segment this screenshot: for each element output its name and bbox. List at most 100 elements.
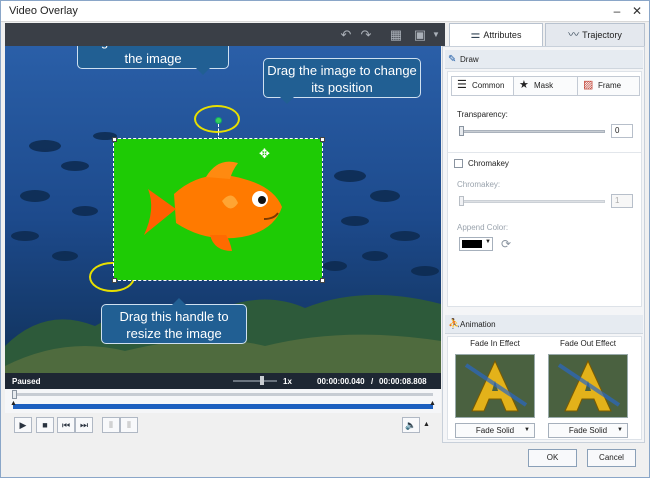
resize-handle-top-left[interactable] bbox=[112, 137, 117, 142]
chromakey-value[interactable]: 1 bbox=[611, 194, 633, 208]
list-icon: ☰ bbox=[457, 79, 467, 91]
timeline-track-top bbox=[13, 393, 433, 396]
fade-out-value: Fade Solid bbox=[568, 426, 608, 435]
next-frame-button[interactable]: ⏭ bbox=[75, 417, 93, 433]
rotate-connector bbox=[218, 124, 219, 140]
append-color-picker[interactable]: ▼ bbox=[459, 237, 493, 251]
subtab-frame[interactable]: ▨ Frame bbox=[578, 77, 640, 95]
star-icon: ★ bbox=[519, 79, 529, 91]
draw-section-header: ✎ Draw bbox=[445, 50, 643, 69]
volume-dropdown-icon[interactable]: ▲ bbox=[423, 421, 430, 428]
playback-status: Paused bbox=[12, 377, 41, 386]
chromakey-label: Chromakey: bbox=[457, 180, 501, 189]
fade-out-preview[interactable] bbox=[548, 354, 628, 418]
timeline[interactable]: ▲ ▲ bbox=[5, 389, 441, 413]
reset-color-icon[interactable]: ⟳ bbox=[501, 237, 511, 251]
fade-out-label: Fade Out Effect bbox=[560, 339, 616, 348]
tab-label: Trajectory bbox=[582, 30, 622, 40]
grid-icon[interactable]: ▦ bbox=[387, 26, 405, 43]
video-toolbar: ↶ ↷ ▦ ▣ ▼ bbox=[5, 23, 445, 46]
window-title: Video Overlay bbox=[9, 5, 78, 17]
range-end-marker[interactable]: ▲ bbox=[429, 400, 436, 407]
rotate-handle[interactable] bbox=[215, 117, 222, 124]
trajectory-icon: 〰 bbox=[568, 29, 580, 41]
speed-value: 1x bbox=[283, 377, 292, 386]
speed-slider[interactable] bbox=[233, 380, 277, 382]
transparency-label: Transparency: bbox=[457, 110, 508, 119]
effect-preview-image bbox=[456, 355, 534, 417]
chromakey-slider[interactable] bbox=[459, 196, 605, 206]
attributes-icon: ⚌ bbox=[470, 29, 481, 41]
overlay-image[interactable] bbox=[113, 138, 323, 281]
subtab-common[interactable]: ☰ Common bbox=[452, 77, 514, 95]
subtab-mask[interactable]: ★ Mask bbox=[514, 77, 578, 95]
time-separator: / bbox=[371, 377, 374, 386]
append-color-label: Append Color: bbox=[457, 223, 509, 232]
current-time: 00:00:00.040 bbox=[317, 377, 365, 386]
running-figure-icon: ⛹ bbox=[448, 319, 461, 330]
effect-preview-image bbox=[549, 355, 627, 417]
chromakey-checkbox[interactable] bbox=[454, 159, 463, 168]
move-cursor-icon: ✥ bbox=[259, 146, 270, 161]
mark-out-button[interactable]: ⦀ bbox=[120, 417, 138, 433]
transparency-slider[interactable] bbox=[459, 126, 605, 136]
resize-handle-bottom-right[interactable] bbox=[320, 278, 325, 283]
range-start-marker[interactable]: ▲ bbox=[10, 400, 17, 407]
divider bbox=[448, 152, 641, 153]
chevron-down-icon: ▼ bbox=[485, 239, 491, 245]
tab-trajectory[interactable]: 〰 Trajectory bbox=[545, 23, 645, 46]
video-preview[interactable]: ✥ Drag this handle to rotate the image D… bbox=[5, 46, 441, 388]
draw-section-body: ☰ Common ★ Mask ▨ Frame Transparency: 0 Chr… bbox=[447, 71, 642, 307]
play-button[interactable]: ▶ bbox=[14, 417, 32, 433]
fade-out-select[interactable]: Fade Solid ▼ bbox=[548, 423, 628, 438]
mark-in-button[interactable]: ⦀ bbox=[102, 417, 120, 433]
move-callout: Drag the image to change its position bbox=[263, 58, 421, 104]
chromakey-checkbox-label: Chromakey bbox=[468, 159, 509, 168]
fade-in-label: Fade In Effect bbox=[470, 339, 520, 348]
volume-button[interactable]: 🔈 bbox=[402, 417, 420, 433]
resize-handle-bottom-left[interactable] bbox=[112, 278, 117, 283]
video-overlay-window: Video Overlay – ✕ ↶ ↷ ▦ ▣ ▼ ⚌ Attributes … bbox=[0, 0, 650, 478]
chevron-down-icon: ▼ bbox=[617, 427, 623, 433]
cancel-button[interactable]: Cancel bbox=[587, 449, 636, 467]
fade-in-value: Fade Solid bbox=[475, 426, 515, 435]
subtab-label: Common bbox=[472, 81, 505, 90]
total-time: 00:00:08.808 bbox=[379, 377, 427, 386]
playhead[interactable] bbox=[12, 390, 17, 399]
callout-text: Drag this handle to rotate the image bbox=[80, 46, 226, 66]
close-button[interactable]: ✕ bbox=[629, 4, 645, 18]
player-status-bar: Paused 1x 00:00:00.040 / 00:00:08.808 bbox=[5, 373, 441, 389]
tab-attributes[interactable]: ⚌ Attributes bbox=[449, 23, 543, 46]
section-label: Draw bbox=[460, 55, 479, 64]
animation-section-body: Fade In Effect Fade Solid ▼ Fade Out Eff… bbox=[447, 336, 642, 440]
picture-icon: ▨ bbox=[583, 79, 594, 91]
fade-in-select[interactable]: Fade Solid ▼ bbox=[455, 423, 535, 438]
speed-slider-thumb[interactable] bbox=[260, 376, 264, 385]
panel-tabs: ⚌ Attributes 〰 Trajectory bbox=[449, 23, 645, 46]
rotate-callout: Drag this handle to rotate the image bbox=[77, 46, 229, 75]
redo-icon[interactable]: ↷ bbox=[357, 26, 375, 43]
stop-button[interactable]: ■ bbox=[36, 417, 54, 433]
attributes-panel: ✎ Draw ☰ Common ★ Mask ▨ Frame Transparency… bbox=[442, 46, 645, 443]
transparency-slider-thumb[interactable] bbox=[459, 126, 464, 136]
fade-in-preview[interactable] bbox=[455, 354, 535, 418]
color-swatch bbox=[462, 240, 482, 248]
timeline-range-bar[interactable] bbox=[13, 404, 433, 409]
playback-controls: ▶ ■ ⏮ ⏭ ⦀ ⦀ 🔈 ▲ bbox=[5, 413, 441, 439]
subtab-label: Frame bbox=[598, 81, 622, 90]
animation-section-header: ⛹ Animation bbox=[445, 315, 643, 334]
minimize-button[interactable]: – bbox=[609, 4, 625, 18]
callout-text: Drag the image to change its position bbox=[267, 63, 417, 95]
previous-frame-button[interactable]: ⏮ bbox=[57, 417, 75, 433]
transparency-value[interactable]: 0 bbox=[611, 124, 633, 138]
ok-button[interactable]: OK bbox=[528, 449, 577, 467]
chevron-down-icon[interactable]: ▼ bbox=[427, 26, 445, 43]
draw-subtabs: ☰ Common ★ Mask ▨ Frame bbox=[451, 76, 640, 96]
chromakey-slider-thumb[interactable] bbox=[459, 196, 464, 206]
goldfish-image bbox=[144, 161, 282, 251]
resize-handle-top-right[interactable] bbox=[320, 137, 325, 142]
subtab-label: Mask bbox=[534, 81, 554, 90]
tab-label: Attributes bbox=[483, 30, 522, 40]
title-bar: Video Overlay – ✕ bbox=[1, 1, 649, 22]
undo-icon[interactable]: ↶ bbox=[337, 26, 355, 43]
